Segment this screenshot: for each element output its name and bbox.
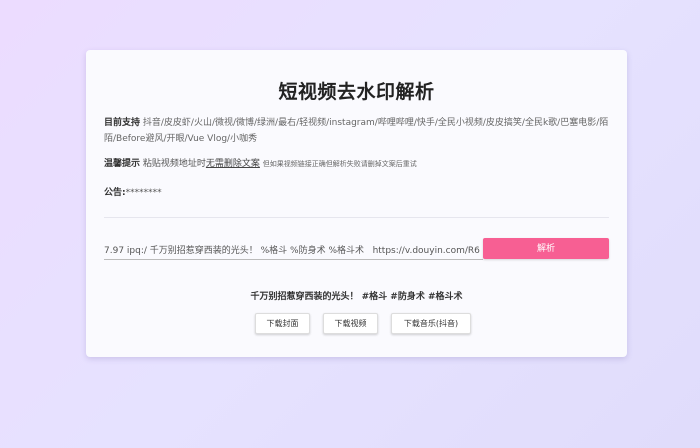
supported-platforms: 目前支持 抖音/皮皮虾/火山/微视/微博/绿洲/最右/轻视频/instagram… — [104, 115, 611, 147]
result-title: 千万别招惹穿西装的光头！ #格斗 #防身术 #格斗术 — [250, 292, 463, 302]
download-cover-button[interactable]: 下载封面 — [255, 313, 310, 334]
support-label: 目前支持 — [104, 118, 141, 128]
page-title: 短视频去水印解析 — [278, 81, 435, 103]
tips-label: 温馨提示 — [104, 159, 141, 169]
tips-emphasis: 无需删除文案 — [205, 159, 260, 169]
notice: 公告:******** — [104, 185, 162, 198]
notice-text: ******** — [125, 188, 162, 198]
download-video-button[interactable]: 下载视频 — [323, 313, 378, 334]
tips-text: 粘贴视频地址时 — [142, 159, 206, 169]
download-music-button[interactable]: 下载音乐(抖音) — [391, 313, 471, 334]
notice-label: 公告: — [104, 188, 126, 198]
tips-small-text: 但如果视频链接正确但解析失败请删掉文案后重试 — [262, 160, 417, 168]
support-list: 抖音/皮皮虾/火山/微视/微博/绿洲/最右/轻视频/instagram/哔哩哔哩… — [104, 118, 609, 144]
tips: 温馨提示 粘贴视频地址时无需删除文案 但如果视频链接正确但解析失败请删掉文案后重… — [104, 157, 611, 171]
main-card: 短视频去水印解析 目前支持 抖音/皮皮虾/火山/微视/微博/绿洲/最右/轻视频/… — [86, 50, 627, 357]
parse-button[interactable]: 解析 — [483, 238, 609, 259]
divider — [104, 217, 609, 218]
url-input[interactable] — [104, 239, 483, 260]
